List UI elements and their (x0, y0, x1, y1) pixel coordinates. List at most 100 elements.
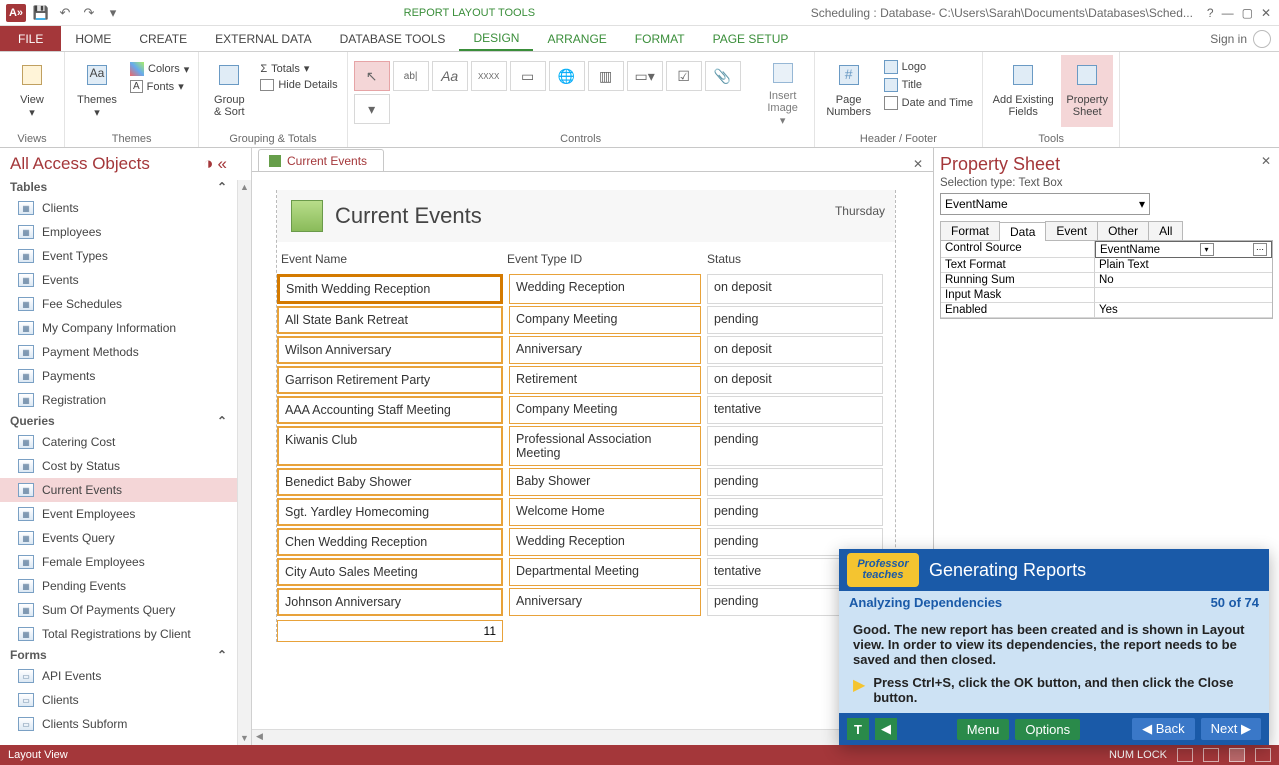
property-sheet-button[interactable]: Property Sheet (1061, 55, 1113, 127)
column-header-event-type[interactable]: Event Type ID (507, 252, 707, 266)
view-layout-icon[interactable] (1229, 748, 1245, 762)
close-icon[interactable]: ✕ (1261, 6, 1271, 20)
tab-external-data[interactable]: EXTERNAL DATA (201, 26, 325, 51)
nav-item-query[interactable]: ▦Events Query (0, 526, 237, 550)
cell-event-type[interactable]: Wedding Reception (509, 274, 701, 304)
prop-tab-data[interactable]: Data (999, 222, 1046, 241)
report-logo-icon[interactable] (291, 200, 323, 232)
nav-scrollbar[interactable] (237, 180, 251, 745)
property-sheet-close-icon[interactable]: ✕ (1261, 154, 1271, 168)
cell-status[interactable]: pending (707, 426, 883, 466)
nav-item-table[interactable]: ▦Event Types (0, 244, 237, 268)
property-row[interactable]: EnabledYes (941, 303, 1272, 318)
cell-event-type[interactable]: Departmental Meeting (509, 558, 701, 586)
nav-section-tables[interactable]: Tables⌃ (0, 178, 237, 196)
minimize-icon[interactable]: — (1222, 6, 1234, 20)
cell-event-name[interactable]: Johnson Anniversary (277, 588, 503, 616)
property-row[interactable]: Text FormatPlain Text (941, 258, 1272, 273)
nav-section-queries[interactable]: Queries⌃ (0, 412, 237, 430)
tab-design[interactable]: DESIGN (459, 26, 533, 51)
cell-event-name[interactable]: Benedict Baby Shower (277, 468, 503, 496)
report-row[interactable]: All State Bank RetreatCompany Meetingpen… (277, 306, 895, 334)
nav-item-table[interactable]: ▦Registration (0, 388, 237, 412)
nav-header[interactable]: All Access Objects ◑« (0, 148, 237, 178)
qat-customize-icon[interactable]: ▾ (104, 4, 122, 22)
nav-item-query[interactable]: ▦Event Employees (0, 502, 237, 526)
cell-event-type[interactable]: Welcome Home (509, 498, 701, 526)
property-value[interactable]: Plain Text (1095, 258, 1272, 273)
combobox-control-icon[interactable]: ▭▾ (627, 61, 663, 91)
restore-icon[interactable]: ▢ (1242, 6, 1253, 20)
nav-item-query[interactable]: ▦Sum Of Payments Query (0, 598, 237, 622)
prop-tab-format[interactable]: Format (940, 221, 1000, 240)
cell-event-name[interactable]: Kiwanis Club (277, 426, 503, 466)
report-row[interactable]: Kiwanis ClubProfessional Association Mee… (277, 426, 895, 466)
insert-image-button[interactable]: Insert Image▾ (758, 55, 808, 127)
nav-item-table[interactable]: ▦My Company Information (0, 316, 237, 340)
nav-item-query[interactable]: ▦Total Registrations by Client (0, 622, 237, 646)
cell-status[interactable]: on deposit (707, 336, 883, 364)
report-row[interactable]: Johnson AnniversaryAnniversarypending (277, 588, 895, 616)
tab-create[interactable]: CREATE (125, 26, 201, 51)
cell-event-type[interactable]: Wedding Reception (509, 528, 701, 556)
nav-item-query[interactable]: ▦Pending Events (0, 574, 237, 598)
nav-item-form[interactable]: ▭Clients (0, 688, 237, 712)
hyperlink-control-icon[interactable]: 🌐 (549, 61, 585, 91)
sign-in-link[interactable]: Sign in (1202, 26, 1279, 51)
add-existing-fields-button[interactable]: Add Existing Fields (989, 55, 1057, 127)
horizontal-scrollbar[interactable] (252, 729, 933, 745)
nav-item-form[interactable]: ▭API Events (0, 664, 237, 688)
page-numbers-button[interactable]: # Page Numbers (821, 55, 877, 127)
navigation-control-icon[interactable]: ▥ (588, 61, 624, 91)
report-row[interactable]: Benedict Baby ShowerBaby Showerpending (277, 468, 895, 496)
prop-tab-other[interactable]: Other (1097, 221, 1149, 240)
cell-event-name[interactable]: Smith Wedding Reception (277, 274, 503, 304)
property-row[interactable]: Running SumNo (941, 273, 1272, 288)
cell-event-type[interactable]: Company Meeting (509, 306, 701, 334)
nav-item-table[interactable]: ▦Fee Schedules (0, 292, 237, 316)
colors-button[interactable]: Colors▾ (127, 61, 192, 77)
checkbox-control-icon[interactable]: ☑ (666, 61, 702, 91)
view-report-icon[interactable] (1177, 748, 1193, 762)
cell-event-name[interactable]: City Auto Sales Meeting (277, 558, 503, 586)
nav-item-query[interactable]: ▦Catering Cost (0, 430, 237, 454)
cell-status[interactable]: tentative (707, 396, 883, 424)
column-header-event-name[interactable]: Event Name (277, 252, 507, 266)
column-header-status[interactable]: Status (707, 252, 877, 266)
nav-item-table[interactable]: ▦Payments (0, 364, 237, 388)
tab-control-icon[interactable]: ▭ (510, 61, 546, 91)
report-row[interactable]: Smith Wedding ReceptionWedding Reception… (277, 274, 895, 304)
tab-home[interactable]: HOME (61, 26, 125, 51)
select-control-icon[interactable]: ↖ (354, 61, 390, 91)
fonts-button[interactable]: AFonts▾ (127, 79, 192, 94)
property-row[interactable]: Control SourceEventName▾⋯ (941, 241, 1272, 258)
report-title[interactable]: Current Events (335, 203, 482, 229)
professor-next-button[interactable]: Next ▶ (1201, 718, 1261, 740)
logo-button[interactable]: Logo (881, 59, 977, 75)
report-row[interactable]: Sgt. Yardley HomecomingWelcome Homependi… (277, 498, 895, 526)
attachment-control-icon[interactable]: 📎 (705, 61, 741, 91)
themes-button[interactable]: Aa Themes▾ (71, 55, 123, 127)
cell-status[interactable]: pending (707, 498, 883, 526)
tab-arrange[interactable]: ARRANGE (533, 26, 620, 51)
cell-event-type[interactable]: Anniversary (509, 588, 701, 616)
view-design-icon[interactable] (1255, 748, 1271, 762)
title-button[interactable]: Title (881, 77, 977, 93)
cell-status[interactable]: on deposit (707, 366, 883, 394)
professor-prev-step-button[interactable]: ◀ (875, 718, 897, 740)
professor-menu-button[interactable]: Menu (957, 719, 1010, 740)
nav-item-query[interactable]: ▦Female Employees (0, 550, 237, 574)
property-row[interactable]: Input Mask (941, 288, 1272, 303)
cell-event-name[interactable]: Chen Wedding Reception (277, 528, 503, 556)
nav-section-forms[interactable]: Forms⌃ (0, 646, 237, 664)
nav-filter-icon[interactable]: ◑ (203, 154, 213, 174)
date-time-button[interactable]: Date and Time (881, 95, 977, 111)
nav-item-query[interactable]: ▦Current Events (0, 478, 237, 502)
tab-page-setup[interactable]: PAGE SETUP (699, 26, 803, 51)
report-row[interactable]: City Auto Sales MeetingDepartmental Meet… (277, 558, 895, 586)
cell-event-name[interactable]: Sgt. Yardley Homecoming (277, 498, 503, 526)
report-row[interactable]: Chen Wedding ReceptionWedding Receptionp… (277, 528, 895, 556)
document-tab-current-events[interactable]: Current Events (258, 149, 384, 171)
professor-back-button[interactable]: ◀ Back (1132, 718, 1195, 740)
nav-item-form[interactable]: ▭Clients Subform (0, 712, 237, 736)
